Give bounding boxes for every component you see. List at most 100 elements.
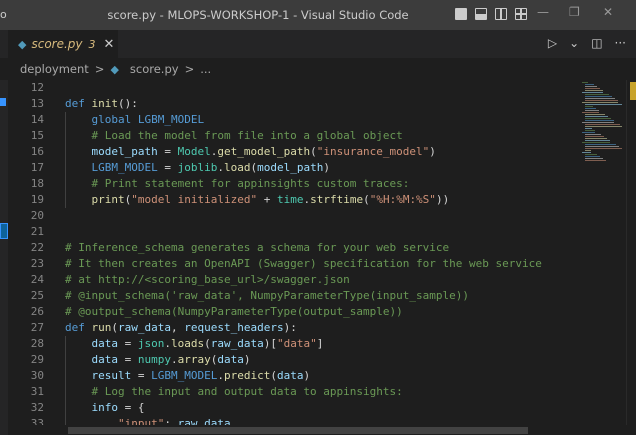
- code-line[interactable]: 20: [8, 208, 578, 224]
- tab-score-py[interactable]: ◆ score.py 3 ✕: [8, 30, 118, 58]
- code-line[interactable]: 14 global LGBM_MODEL: [8, 112, 578, 128]
- minimap-line: [585, 150, 591, 151]
- code-line[interactable]: 22 # Inference_schema generates a schema …: [8, 240, 578, 256]
- more-actions-icon[interactable]: ···: [615, 36, 626, 50]
- scrollbar-warning-marker: [630, 82, 636, 100]
- close-window-button[interactable]: ✕: [603, 5, 613, 19]
- run-python-file-icon[interactable]: ▷: [548, 36, 557, 50]
- code-line[interactable]: 27 def run(raw_data, request_headers):: [8, 320, 578, 336]
- code-line[interactable]: 21: [8, 224, 578, 240]
- minimap-line: [585, 144, 616, 145]
- split-editor-icon[interactable]: ◫: [591, 36, 602, 50]
- breadcrumb-separator: >: [94, 62, 105, 76]
- line-number: 18: [30, 177, 44, 190]
- tab-close-icon[interactable]: ✕: [104, 37, 115, 52]
- code-text: global LGBM_MODEL: [91, 113, 205, 126]
- minimap-line: [585, 154, 597, 155]
- sidebar-selection-marker: [0, 223, 8, 239]
- code-text: # Print statement for appinsights custom…: [91, 177, 410, 190]
- python-file-icon: ◆: [18, 37, 27, 51]
- line-number: 25: [30, 289, 44, 302]
- line-number: 28: [30, 337, 44, 350]
- code-line[interactable]: 18 # Print statement for appinsights cus…: [8, 176, 578, 192]
- line-number: 30: [30, 369, 44, 382]
- code-text: print("model initialized" + time.strftim…: [91, 193, 450, 206]
- minimap-line: [585, 160, 606, 161]
- code-line[interactable]: 30 result = LGBM_MODEL.predict(data): [8, 368, 578, 384]
- line-number: 23: [30, 257, 44, 270]
- breadcrumb-separator: >: [184, 62, 195, 76]
- breadcrumb-symbol[interactable]: ...: [200, 62, 211, 76]
- minimap-line: [585, 86, 597, 87]
- code-text: result = LGBM_MODEL.predict(data): [91, 369, 311, 382]
- breadcrumb: deployment > ◆ score.py > ...: [0, 58, 636, 80]
- code-line[interactable]: 31 # Log the input and output data to ap…: [8, 384, 578, 400]
- minimap-line: [585, 148, 622, 149]
- minimap-line: [585, 100, 618, 101]
- code-line[interactable]: 26 # @output_schema(NumpyParameterType(ou…: [8, 304, 578, 320]
- code-line[interactable]: 15 # Load the model from file into a glo…: [8, 128, 578, 144]
- minimap-line: [585, 96, 612, 97]
- line-number: 29: [30, 353, 44, 366]
- activity-bar-edge: [0, 80, 8, 435]
- minimap-line: [585, 90, 603, 91]
- minimap-line: [585, 88, 600, 89]
- horizontal-scrollbar[interactable]: [8, 426, 578, 435]
- code-text: data = json.loads(raw_data)["data"]: [91, 337, 324, 350]
- code-line[interactable]: 33 "input": raw_data,: [8, 416, 578, 425]
- toggle-primary-sidebar-icon[interactable]: [455, 8, 467, 20]
- line-number: 12: [30, 81, 44, 94]
- code-line[interactable]: 12: [8, 80, 578, 96]
- minimize-button[interactable]: —: [537, 5, 549, 19]
- editor-actions: ▷ ⌄ ◫ ···: [548, 36, 626, 50]
- code-text: def init():: [65, 97, 138, 110]
- line-number: 26: [30, 305, 44, 318]
- toggle-panel-icon[interactable]: [475, 8, 487, 20]
- code-text: "input": raw_data,: [117, 417, 238, 425]
- minimap[interactable]: [578, 80, 626, 430]
- line-number: 15: [30, 129, 44, 142]
- code-line[interactable]: 25 # @input_schema('raw_data', NumpyParam…: [8, 288, 578, 304]
- minimap-line: [582, 122, 614, 123]
- code-line[interactable]: 19 print("model initialized" + time.strf…: [8, 192, 578, 208]
- code-editor[interactable]: 12 13 def init(): 14 global LGBM_MODEL 15 # …: [8, 80, 578, 425]
- horizontal-scrollbar-thumb[interactable]: [68, 427, 528, 434]
- code-line[interactable]: 28 data = json.loads(raw_data)["data"]: [8, 336, 578, 352]
- python-file-icon: ◆: [110, 62, 119, 76]
- code-line[interactable]: 32 info = {: [8, 400, 578, 416]
- title-bar: o score.py - MLOPS-WORKSHOP-1 - Visual S…: [0, 0, 636, 30]
- toggle-secondary-sidebar-icon[interactable]: [495, 8, 507, 20]
- code-line[interactable]: 29 data = numpy.array(data): [8, 352, 578, 368]
- minimap-line: [585, 136, 604, 137]
- minimap-line: [585, 84, 594, 85]
- line-number: 32: [30, 401, 44, 414]
- minimap-line: [582, 102, 618, 103]
- minimap-line: [585, 124, 620, 125]
- code-text: model_path = Model.get_model_path("insur…: [91, 145, 436, 158]
- breadcrumb-folder[interactable]: deployment: [20, 62, 89, 76]
- customize-layout-icon[interactable]: [515, 8, 527, 20]
- minimap-line: [585, 156, 600, 157]
- breadcrumb-file[interactable]: score.py: [130, 62, 179, 76]
- run-menu-chevron-icon[interactable]: ⌄: [569, 36, 579, 50]
- code-text: # Inference_schema generates a schema fo…: [65, 241, 450, 254]
- code-text: # Log the input and output data to appin…: [91, 385, 403, 398]
- code-line[interactable]: 13 def init():: [8, 96, 578, 112]
- minimap-line: [582, 112, 599, 113]
- maximize-button[interactable]: ❐: [569, 5, 580, 19]
- minimap-line: [585, 138, 607, 139]
- code-line[interactable]: 24 # at http://<scoring_base_url>/swagger…: [8, 272, 578, 288]
- vertical-scrollbar[interactable]: [626, 80, 636, 425]
- editor-tab-bar: ◆ score.py 3 ✕ ▷ ⌄ ◫ ···: [0, 30, 636, 58]
- minimap-line: [582, 142, 610, 143]
- minimap-line: [585, 134, 601, 135]
- code-line[interactable]: 17 LGBM_MODEL = joblib.load(model_path): [8, 160, 578, 176]
- code-line[interactable]: 23 # It then creates an OpenAPI (Swagger)…: [8, 256, 578, 272]
- code-text: # at http://<scoring_base_url>/swagger.j…: [65, 273, 350, 286]
- line-number: 13: [30, 97, 44, 110]
- code-text: data = numpy.array(data): [91, 353, 251, 366]
- line-number: 19: [30, 193, 44, 206]
- line-number: 21: [30, 225, 44, 238]
- code-line[interactable]: 16 model_path = Model.get_model_path("in…: [8, 144, 578, 160]
- line-number: 22: [30, 241, 44, 254]
